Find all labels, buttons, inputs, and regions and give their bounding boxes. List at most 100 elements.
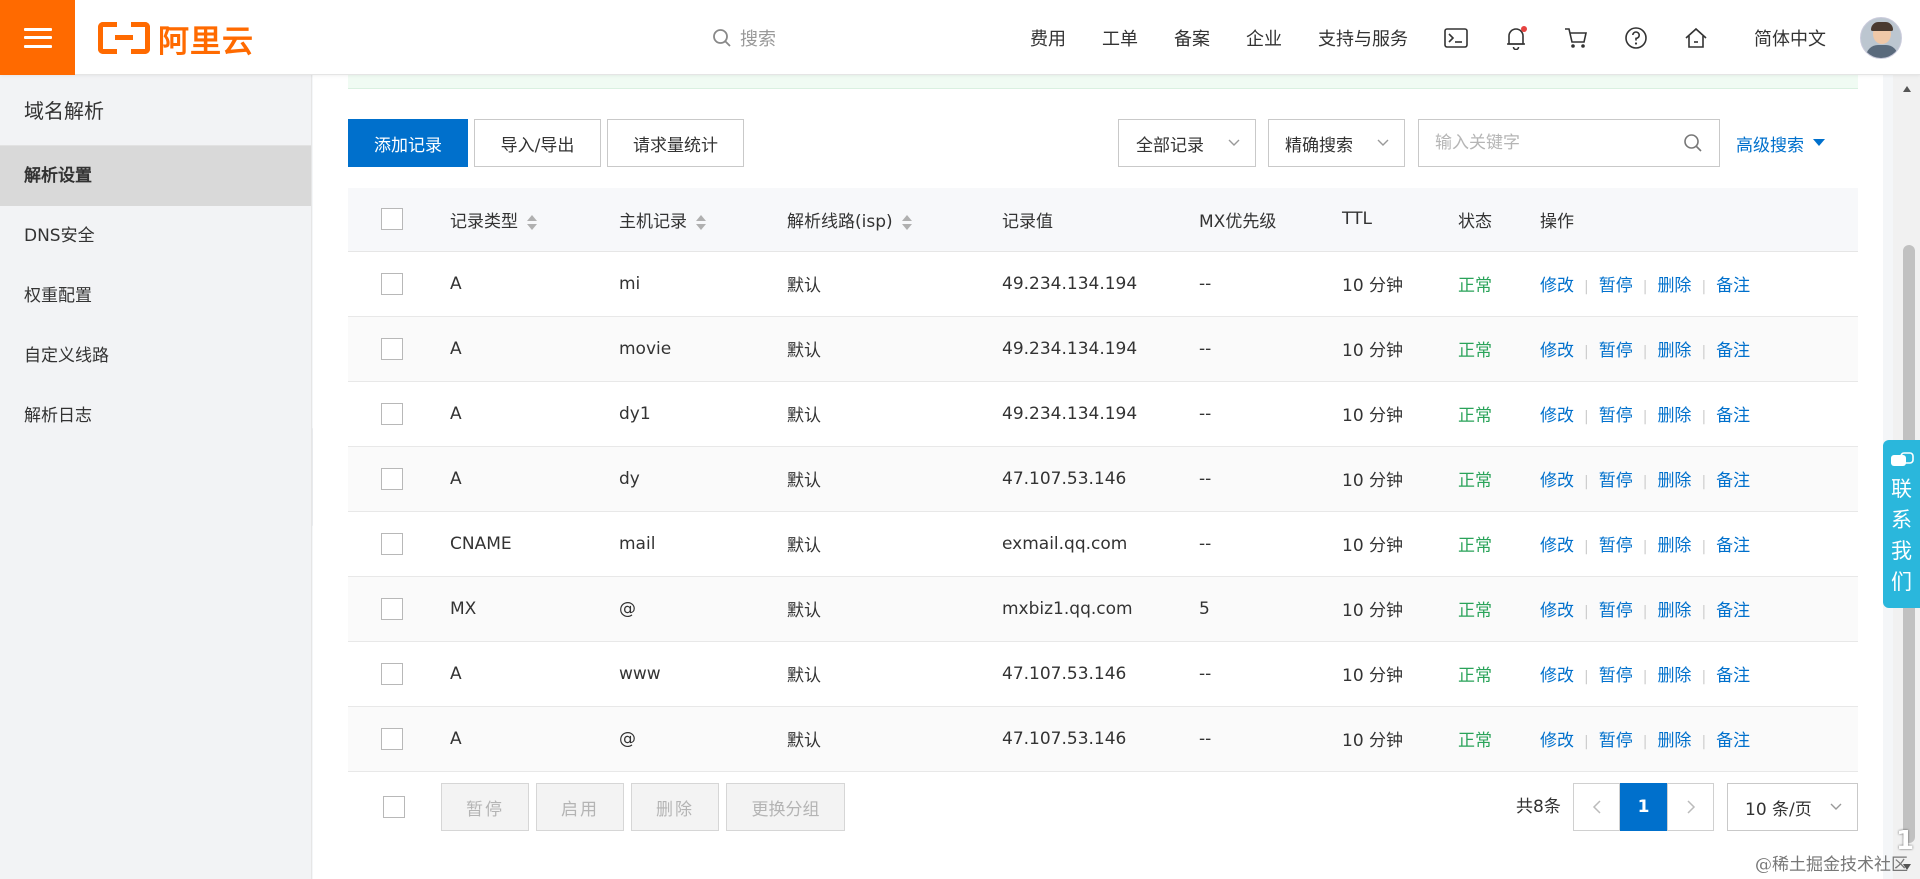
edit-record-link[interactable]: 修改 — [1540, 341, 1574, 361]
scroll-up-arrow-icon[interactable] — [1893, 79, 1920, 99]
bulk-delete-button[interactable]: 删除 — [631, 783, 719, 831]
footer-select-all-checkbox[interactable] — [383, 796, 405, 818]
note-record-link[interactable]: 备注 — [1716, 276, 1750, 296]
sidebar-item-custom-lines[interactable]: 自定义线路 — [0, 326, 311, 386]
delete-record-link[interactable]: 删除 — [1657, 471, 1691, 491]
delete-record-link[interactable]: 删除 — [1657, 731, 1691, 751]
delete-record-link[interactable]: 删除 — [1657, 276, 1691, 296]
user-avatar[interactable] — [1860, 16, 1902, 59]
nav-support[interactable]: 支持与服务 — [1318, 25, 1408, 51]
pause-record-link[interactable]: 暂停 — [1599, 341, 1633, 361]
row-checkbox[interactable] — [381, 402, 403, 425]
resolution-line-cell: 默认 — [787, 406, 821, 426]
column-header-type[interactable]: 记录类型 — [450, 188, 619, 252]
nav-tickets[interactable]: 工单 — [1102, 25, 1138, 51]
pause-record-link[interactable]: 暂停 — [1599, 406, 1633, 426]
aliyun-logo[interactable]: 阿里云 — [98, 20, 254, 60]
note-record-link[interactable]: 备注 — [1716, 536, 1750, 556]
pause-record-link[interactable]: 暂停 — [1599, 666, 1633, 686]
page-size-select[interactable]: 10 条/页 — [1727, 783, 1858, 831]
resolution-line-cell: 默认 — [787, 666, 821, 686]
row-checkbox[interactable] — [381, 597, 403, 620]
row-checkbox[interactable] — [381, 532, 403, 555]
column-header-host[interactable]: 主机记录 — [619, 188, 787, 252]
request-stats-button[interactable]: 请求量统计 — [607, 119, 744, 167]
edit-record-link[interactable]: 修改 — [1540, 731, 1574, 751]
sidebar-item-weight-config[interactable]: 权重配置 — [0, 266, 311, 326]
change-group-button[interactable]: 更换分组 — [726, 783, 845, 831]
row-checkbox[interactable] — [381, 337, 403, 360]
mx-priority-cell: -- — [1199, 403, 1212, 424]
prev-page-button[interactable] — [1573, 783, 1620, 831]
pause-record-link[interactable]: 暂停 — [1599, 471, 1633, 491]
top-bar: 阿里云 搜索 费用 工单 备案 企业 支持与服务 简体中文 — [0, 0, 1920, 75]
note-record-link[interactable]: 备注 — [1716, 406, 1750, 426]
nav-billing[interactable]: 费用 — [1030, 25, 1066, 51]
chevron-down-icon — [1377, 139, 1389, 146]
pause-record-link[interactable]: 暂停 — [1599, 276, 1633, 296]
sidebar-item-dns-settings[interactable]: 解析设置 — [0, 146, 311, 206]
cart-icon[interactable] — [1564, 26, 1588, 50]
edit-record-link[interactable]: 修改 — [1540, 471, 1574, 491]
record-value-cell: 47.107.53.146 — [1002, 468, 1127, 489]
delete-record-link[interactable]: 删除 — [1657, 536, 1691, 556]
delete-record-link[interactable]: 删除 — [1657, 666, 1691, 686]
search-icon — [713, 29, 731, 47]
pause-record-link[interactable]: 暂停 — [1599, 536, 1633, 556]
nav-icp-filing[interactable]: 备案 — [1174, 25, 1210, 51]
action-separator: | — [1701, 409, 1707, 425]
delete-record-link[interactable]: 删除 — [1657, 601, 1691, 621]
next-page-button[interactable] — [1667, 783, 1714, 831]
edit-record-link[interactable]: 修改 — [1540, 536, 1574, 556]
record-filter-select[interactable]: 全部记录 — [1118, 119, 1256, 167]
language-switch[interactable]: 简体中文 — [1754, 25, 1826, 51]
delete-record-link[interactable]: 删除 — [1657, 406, 1691, 426]
edit-record-link[interactable]: 修改 — [1540, 276, 1574, 296]
menu-button[interactable] — [0, 0, 75, 75]
note-record-link[interactable]: 备注 — [1716, 731, 1750, 751]
note-record-link[interactable]: 备注 — [1716, 601, 1750, 621]
note-record-link[interactable]: 备注 — [1716, 471, 1750, 491]
host-record-cell: dy — [619, 468, 640, 489]
add-record-button[interactable]: 添加记录 — [348, 119, 468, 167]
bulk-enable-button[interactable]: 启用 — [536, 783, 624, 831]
sidebar-item-dns-logs[interactable]: 解析日志 — [0, 386, 311, 446]
select-all-checkbox[interactable] — [381, 208, 403, 231]
mx-priority-cell: -- — [1199, 338, 1212, 359]
home-icon[interactable] — [1684, 26, 1708, 50]
pause-record-link[interactable]: 暂停 — [1599, 731, 1633, 751]
bell-icon[interactable] — [1504, 25, 1528, 50]
contact-us-button[interactable]: 联 系 我 们 — [1883, 440, 1920, 608]
global-search[interactable]: 搜索 — [712, 24, 776, 52]
delete-record-link[interactable]: 删除 — [1657, 341, 1691, 361]
edit-record-link[interactable]: 修改 — [1540, 666, 1574, 686]
advanced-search-link[interactable]: 高级搜索 — [1736, 119, 1826, 167]
note-record-link[interactable]: 备注 — [1716, 341, 1750, 361]
import-export-button[interactable]: 导入/导出 — [474, 119, 601, 167]
bulk-pause-button[interactable]: 暂停 — [441, 783, 529, 831]
column-header-line[interactable]: 解析线路(isp) — [787, 188, 1002, 252]
help-icon[interactable] — [1624, 26, 1648, 50]
row-checkbox[interactable] — [381, 727, 403, 750]
action-separator: | — [1642, 279, 1648, 295]
keyword-input[interactable] — [1419, 120, 1649, 166]
search-icon[interactable] — [1683, 133, 1703, 153]
row-actions: 修改 | 暂停 | 删除 | 备注 — [1540, 576, 1858, 641]
edit-record-link[interactable]: 修改 — [1540, 601, 1574, 621]
row-checkbox[interactable] — [381, 272, 403, 295]
sidebar-item-dns-security[interactable]: DNS安全 — [0, 206, 311, 266]
page-number-current[interactable]: 1 — [1620, 783, 1667, 831]
edit-record-link[interactable]: 修改 — [1540, 406, 1574, 426]
nav-enterprise[interactable]: 企业 — [1246, 25, 1282, 51]
note-record-link[interactable]: 备注 — [1716, 666, 1750, 686]
search-mode-select[interactable]: 精确搜索 — [1268, 119, 1405, 167]
action-separator: | — [1642, 669, 1648, 685]
notice-banner — [348, 75, 1858, 89]
row-checkbox[interactable] — [381, 662, 403, 685]
ttl-cell: 10 分钟 — [1342, 536, 1404, 556]
pause-record-link[interactable]: 暂停 — [1599, 601, 1633, 621]
terminal-icon[interactable] — [1444, 26, 1468, 50]
resolution-line-cell: 默认 — [787, 536, 821, 556]
host-record-cell: @ — [619, 728, 636, 749]
row-checkbox[interactable] — [381, 467, 403, 490]
